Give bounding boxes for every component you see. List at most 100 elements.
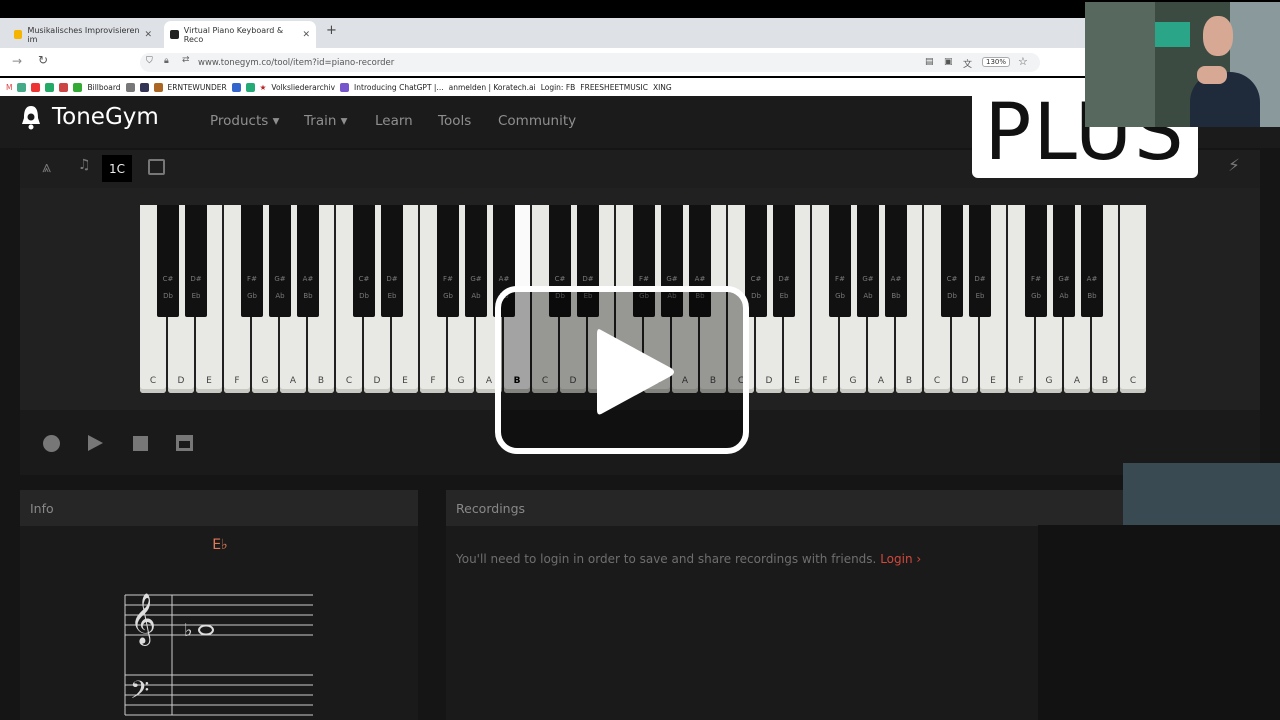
nav-train[interactable]: Train ▾ [304,113,347,129]
bookmark-freesheetmusic[interactable]: FREESHEETMUSIC [580,83,648,92]
plug-icon[interactable]: ⚡ [1228,156,1240,176]
forward-icon[interactable]: → [12,54,22,68]
permissions-icon[interactable]: ⇄ [182,55,190,65]
white-key-label: E [990,376,996,386]
app-icon[interactable] [153,82,163,92]
black-key[interactable]: C# Db [157,205,179,317]
tab-title: Musikalisches Improvisieren im [27,25,140,44]
login-link[interactable]: Login › [880,552,921,566]
black-key[interactable]: F# Gb [437,205,459,317]
bell-logo-icon [22,106,40,130]
app-icon[interactable] [231,82,241,92]
black-key-label: G# Ab [274,275,286,300]
black-key[interactable]: C# Db [941,205,963,317]
close-icon[interactable]: ✕ [144,30,152,40]
video-play-button[interactable] [495,286,749,454]
black-key[interactable]: A# Bb [1081,205,1103,317]
white-key-label: G [849,376,857,386]
white-key-label: E [402,376,408,386]
reload-icon[interactable]: ↻ [38,53,48,67]
black-key[interactable]: C# Db [745,205,767,317]
archive-icon[interactable] [176,435,193,451]
black-key[interactable]: A# Bb [885,205,907,317]
globe-icon[interactable] [125,82,135,92]
new-tab-button[interactable]: + [326,23,337,38]
black-key[interactable]: F# Gb [829,205,851,317]
black-key[interactable]: C# Db [353,205,375,317]
black-key-label: D# Eb [386,275,398,300]
black-key[interactable]: D# Eb [381,205,403,317]
black-key[interactable]: G# Ab [269,205,291,317]
shield-icon: ⛉ [146,56,153,66]
black-key[interactable]: D# Eb [969,205,991,317]
app-icon[interactable] [59,82,69,92]
nav-community[interactable]: Community [498,113,576,129]
app-icon[interactable] [139,82,149,92]
black-key-label: G# Ab [470,275,482,300]
url-input[interactable]: ⛉ 🔒︎ ⇄ www.tonegym.co/tool/item?id=piano… [140,53,1040,72]
nav-products[interactable]: Products ▾ [210,113,279,129]
white-key-label: F [1018,376,1024,386]
drive-icon[interactable] [17,82,27,92]
close-icon[interactable]: ✕ [302,30,310,40]
screenshot-icon[interactable]: ▣ [944,57,953,67]
black-key-label: C# Db [162,275,174,300]
bookmark-erntewunder[interactable]: ERNTEWUNDER [168,83,227,92]
bookmark-xing[interactable]: XING [653,83,672,92]
app-icon[interactable] [45,82,55,92]
white-key-label: A [1073,376,1081,386]
app-icon[interactable] [340,82,350,92]
tab-musikalisches[interactable]: Musikalisches Improvisieren im ✕ [8,21,158,48]
black-key[interactable]: F# Gb [1025,205,1047,317]
white-key-label: G [261,376,269,386]
black-key-label: A# Bb [302,275,314,300]
bookmark-login-fb[interactable]: Login: FB [541,83,576,92]
tab-virtual-piano[interactable]: Virtual Piano Keyboard & Reco ✕ [164,21,316,48]
keyboard-icon[interactable] [148,159,165,175]
black-key[interactable]: G# Ab [1053,205,1075,317]
gmail-icon[interactable]: M [6,83,12,92]
white-key-label: C [933,376,941,386]
nav-tools[interactable]: Tools [438,113,471,129]
recordings-title: Recordings [446,490,1126,526]
youtube-icon[interactable] [31,82,41,92]
svg-text:𝄢: 𝄢 [130,676,149,711]
brand-name: ToneGym [52,104,159,130]
black-key[interactable]: D# Eb [185,205,207,317]
white-key-label: F [430,376,436,386]
white-key-label: D [961,376,969,386]
play-icon[interactable] [88,435,103,451]
black-key[interactable]: G# Ab [465,205,487,317]
url-text: www.tonegym.co/tool/item?id=piano-record… [198,57,395,68]
black-key[interactable]: G# Ab [857,205,879,317]
record-icon[interactable] [43,435,60,452]
tab-title: Virtual Piano Keyboard & Reco [183,25,284,44]
bookmark-chatgpt[interactable]: Introducing ChatGPT |... [354,83,444,92]
white-key-label: D [373,376,381,386]
reader-icon[interactable]: ▤ [925,57,934,67]
metronome-icon[interactable]: ⩓ [42,157,51,177]
app-icon[interactable] [245,82,255,92]
black-key[interactable]: F# Gb [241,205,263,317]
white-key-label: C [1129,376,1137,386]
white-key-label: G [1045,376,1053,386]
black-key[interactable]: D# Eb [773,205,795,317]
zoom-level[interactable]: 130% [982,57,1011,67]
sheets-icon[interactable] [73,82,83,92]
bell-icon[interactable]: ♫ [78,157,91,173]
nav-learn[interactable]: Learn [375,113,413,129]
white-key-label: A [289,376,297,386]
black-key[interactable]: A# Bb [297,205,319,317]
bookmark-koratech[interactable]: anmelden | Koratech.ai [449,83,536,92]
bookmark-billboard[interactable]: Billboard [87,83,120,92]
stop-icon[interactable] [133,436,148,451]
bookmark-volksliederarchiv[interactable]: Volksliederarchiv [271,83,335,92]
white-key[interactable]: C [1120,205,1146,393]
star-icon[interactable]: ☆ [1018,55,1028,68]
octave-input[interactable]: 1C [102,155,132,182]
black-key-label: D# Eb [190,275,202,300]
brand-logo[interactable]: ToneGym [20,104,159,130]
tonegym-icon [170,30,179,39]
translate-icon[interactable]: 文 [963,57,972,70]
recordings-message: You'll need to login in order to save an… [456,552,921,566]
